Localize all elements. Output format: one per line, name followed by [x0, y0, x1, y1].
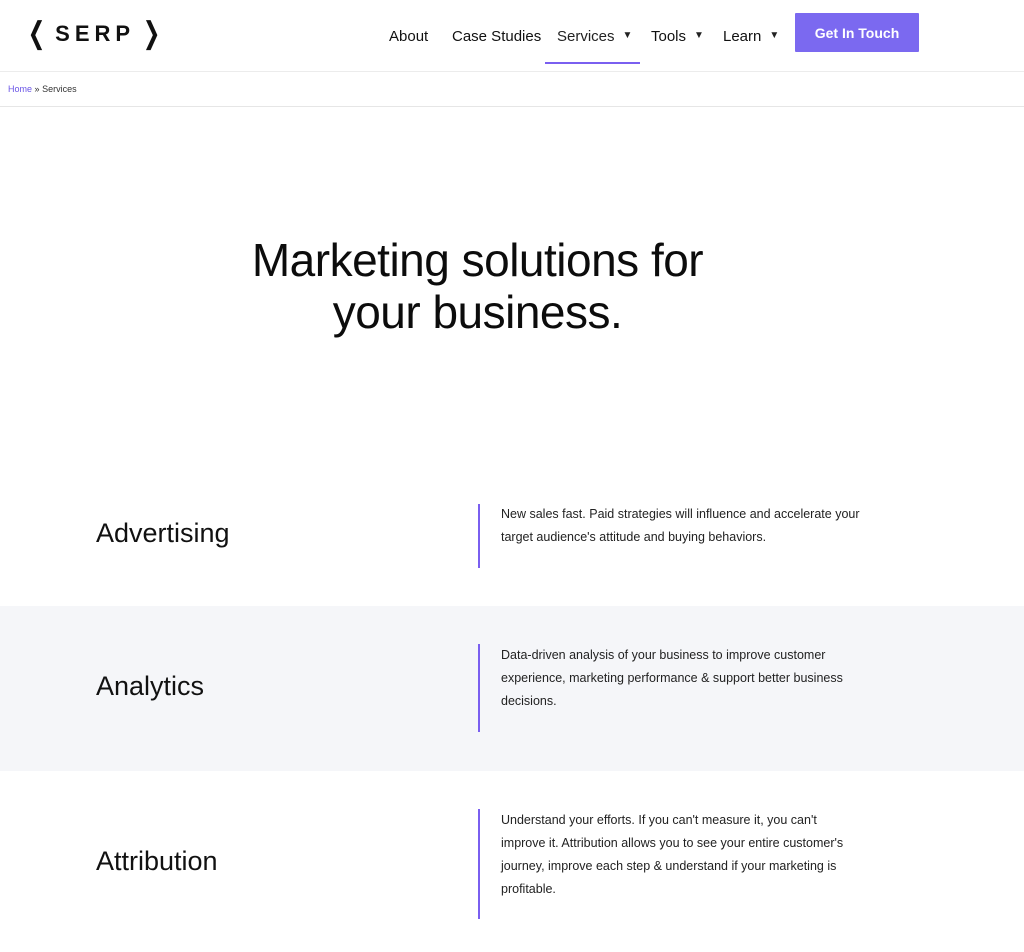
logo-right-bracket: ❯ — [142, 16, 161, 51]
description-line: improve it. Attribution allows you to se… — [501, 836, 844, 850]
site-header: ❮ SERP ❯ About Case Studies Services ▼ T… — [0, 0, 1024, 72]
nav-label: About — [389, 27, 429, 45]
service-title: Advertising — [96, 518, 230, 548]
breadcrumb-home-link[interactable]: Home — [8, 84, 32, 94]
description-line: target audience's attitude and buying be… — [501, 530, 767, 544]
hero-line-1: Marketing solutions for — [251, 234, 704, 286]
description-line: Data-driven analysis of your business to… — [501, 648, 826, 662]
active-nav-indicator — [545, 62, 640, 64]
service-description: Data-driven analysis of your business to… — [501, 644, 866, 713]
hero-heading: Marketing solutions for your business. — [0, 234, 955, 338]
hero-line-2: your business. — [332, 286, 623, 338]
nav-label: Case Studies — [452, 27, 542, 45]
description-line: Understand your efforts. If you can't me… — [501, 813, 817, 827]
get-in-touch-button[interactable]: Get In Touch — [795, 13, 919, 52]
service-divider — [478, 644, 480, 732]
description-line: experience, marketing performance & supp… — [501, 671, 843, 685]
service-divider — [478, 809, 480, 919]
description-line: decisions. — [501, 694, 557, 708]
description-line: journey, improve each step & understand … — [501, 859, 837, 873]
service-description: Understand your efforts. If you can't me… — [501, 809, 866, 901]
service-row-analytics: Analytics Data-driven analysis of your b… — [0, 606, 1024, 771]
service-title: Attribution — [96, 846, 218, 876]
breadcrumb-separator: » — [34, 84, 40, 94]
service-description: New sales fast. Paid strategies will inf… — [501, 503, 866, 549]
logo-text: SERP — [55, 21, 136, 46]
description-line: New sales fast. Paid strategies will inf… — [501, 507, 860, 521]
chevron-down-icon: ▼ — [622, 29, 633, 41]
serp-logo[interactable]: ❮ SERP ❯ — [24, 16, 164, 51]
chevron-down-icon: ▼ — [769, 29, 780, 41]
nav-item-case-studies[interactable]: Case Studies — [452, 0, 541, 72]
breadcrumb-bar: Home » Services — [0, 73, 1024, 107]
breadcrumb: Home » Services — [8, 84, 77, 94]
service-title: Analytics — [96, 671, 205, 701]
nav-item-learn[interactable]: Learn ▼ — [723, 0, 779, 72]
nav-item-about[interactable]: About — [389, 0, 428, 72]
service-row-attribution: Attribution Understand your efforts. If … — [0, 771, 1024, 952]
logo-left-bracket: ❮ — [27, 16, 46, 51]
nav-item-tools[interactable]: Tools ▼ — [651, 0, 704, 72]
breadcrumb-current: Services — [42, 84, 77, 94]
service-row-advertising: Advertising New sales fast. Paid strateg… — [0, 486, 1024, 606]
chevron-down-icon: ▼ — [694, 29, 704, 41]
nav-label: Tools — [651, 27, 687, 45]
nav-label: Learn — [723, 27, 762, 45]
nav-label: Services — [557, 27, 615, 45]
description-line: profitable. — [501, 882, 556, 896]
service-divider — [478, 504, 480, 568]
